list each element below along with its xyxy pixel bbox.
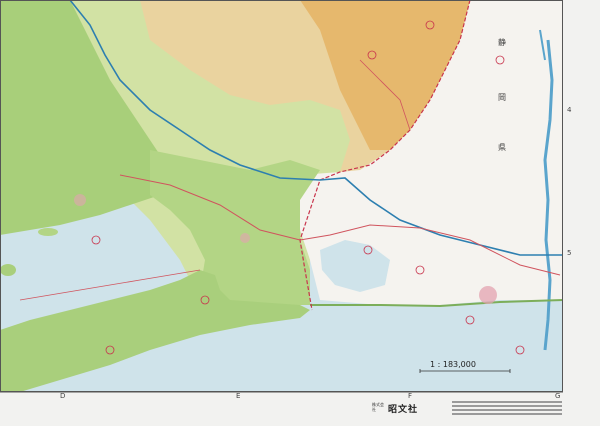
prefecture-label-2: 岡: [498, 93, 506, 102]
info-line: [452, 409, 562, 411]
info-line: [452, 401, 562, 403]
grid-number-4: 4: [567, 106, 572, 114]
island: [38, 228, 58, 236]
publisher-info-block: [452, 399, 562, 421]
city-area: [240, 233, 250, 243]
topographic-map: 静 岡 県 1 : 183,000 D E F G 4 5: [0, 0, 600, 426]
island: [0, 264, 16, 276]
publisher-tag: 株式会社: [372, 402, 384, 412]
map-frame: 静 岡 県 1 : 183,000 D E F G 4 5 株式会社 昭文社: [0, 0, 600, 426]
grid-letter-d: D: [60, 392, 65, 400]
prefecture-label-1: 静: [498, 37, 506, 47]
prefecture-label-3: 県: [498, 143, 506, 152]
publisher-name: 昭文社: [388, 405, 419, 415]
grid-letter-e: E: [236, 392, 240, 400]
city-area: [74, 194, 86, 206]
grid-letter-f: F: [408, 392, 412, 400]
info-line: [452, 405, 562, 407]
info-line: [452, 413, 562, 415]
grid-number-5: 5: [567, 249, 571, 257]
scale-label: 1 : 183,000: [430, 360, 476, 369]
city-area: [479, 286, 497, 304]
